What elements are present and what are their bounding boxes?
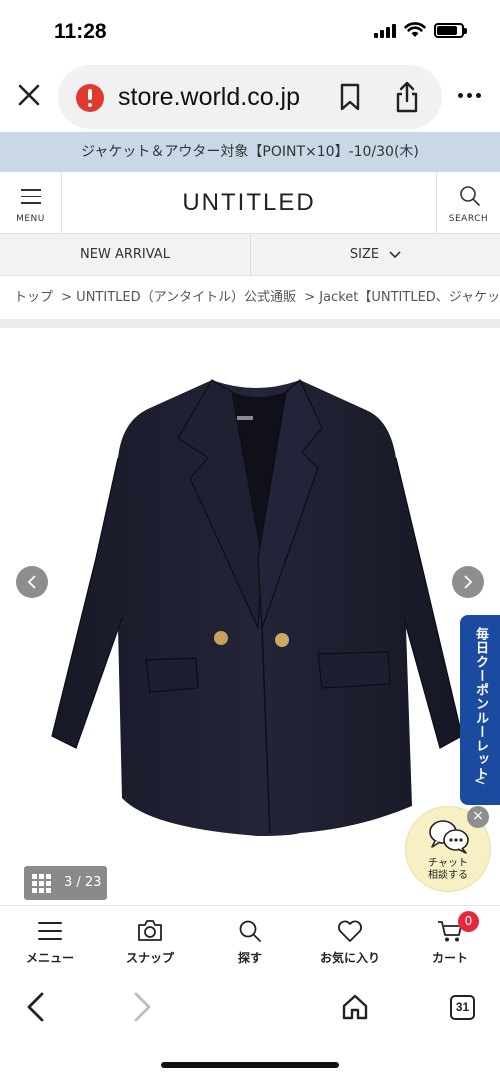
browser-url-bar: store.world.co.jp <box>0 62 500 132</box>
gallery-counter[interactable]: 3 / 23 <box>24 866 107 900</box>
app-nav-menu[interactable]: メニュー <box>0 906 100 974</box>
roulette-chevron-icon: < <box>474 773 486 789</box>
hamburger-icon <box>21 189 41 209</box>
cellular-signal-icon <box>374 22 396 38</box>
app-nav-snap[interactable]: スナップ <box>100 906 200 974</box>
bookmark-icon[interactable] <box>338 82 362 112</box>
battery-icon <box>434 22 467 38</box>
forward-arrow-icon[interactable] <box>130 991 154 1023</box>
browser-toolbar: 31 <box>0 973 500 1043</box>
grid-icon <box>32 874 51 893</box>
gallery-prev-button[interactable] <box>16 566 48 598</box>
menu-label: MENU <box>16 214 45 224</box>
app-nav-snap-label: スナップ <box>125 951 174 965</box>
status-time: 11:28 <box>54 20 107 43</box>
breadcrumb-item[interactable]: > Jacket【UNTITLED、ジャケット】 <box>304 290 500 305</box>
status-bar: 11:28 <box>0 0 500 62</box>
breadcrumb-item[interactable]: トップ <box>14 290 53 305</box>
gallery-counter-text: 3 / 23 <box>64 875 102 890</box>
nav-new-arrival[interactable]: NEW ARRIVAL <box>0 234 250 276</box>
status-icons <box>374 22 467 38</box>
coupon-roulette-tab[interactable]: 毎日クーポンルーレット < <box>460 615 500 805</box>
app-nav-favorites[interactable]: お気に入り <box>300 906 400 974</box>
chat-icon <box>429 820 469 854</box>
security-warning-icon[interactable] <box>76 84 104 112</box>
hamburger-icon <box>38 922 62 940</box>
breadcrumb-item[interactable]: > UNTITLED（アンタイトル）公式通販 <box>61 290 296 305</box>
brand-logo[interactable]: UNTITLED <box>62 172 436 234</box>
camera-icon <box>138 920 162 941</box>
section-divider <box>0 319 500 328</box>
chat-label-line1: チャット <box>428 858 468 869</box>
app-nav-cart-label: カート <box>431 951 468 965</box>
url-text[interactable]: store.world.co.jp <box>118 83 300 112</box>
address-field[interactable]: store.world.co.jp <box>58 65 442 129</box>
menu-button[interactable]: MENU <box>0 172 62 234</box>
more-options-icon[interactable] <box>458 93 481 98</box>
chevron-left-icon <box>27 575 36 589</box>
search-button[interactable]: SEARCH <box>436 172 500 234</box>
app-nav-search-label: 探す <box>237 951 262 965</box>
chevron-down-icon <box>389 250 401 258</box>
nav-new-arrival-label: NEW ARRIVAL <box>80 247 170 262</box>
search-icon <box>239 920 261 942</box>
app-bottom-nav: メニュー スナップ 探す お気に入り 0 カート <box>0 905 500 973</box>
app-nav-menu-label: メニュー <box>25 951 74 965</box>
heart-icon <box>338 920 362 942</box>
gallery-next-button[interactable] <box>452 566 484 598</box>
app-nav-cart[interactable]: 0 カート <box>400 906 500 974</box>
wifi-icon <box>404 22 426 37</box>
home-icon[interactable] <box>341 993 369 1021</box>
site-header: MENU UNTITLED SEARCH <box>0 172 500 234</box>
promo-banner[interactable]: ジャケット＆アウター対象【POINT×10】-10/30(木) <box>0 132 500 172</box>
close-icon[interactable] <box>14 80 44 110</box>
search-label: SEARCH <box>448 214 489 224</box>
nav-size-dropdown[interactable]: SIZE <box>250 234 500 276</box>
tabs-count-button[interactable]: 31 <box>450 995 475 1020</box>
chat-label-line2: 相談する <box>428 870 468 881</box>
chat-close-button[interactable]: × <box>467 806 489 828</box>
category-nav: NEW ARRIVAL SIZE <box>0 234 500 276</box>
app-nav-search[interactable]: 探す <box>200 906 300 974</box>
home-indicator <box>161 1062 339 1068</box>
product-gallery[interactable]: 3 / 23 毎日クーポンルーレット < チャット 相談する × <box>0 328 500 905</box>
chevron-right-icon <box>464 575 473 589</box>
search-icon <box>460 186 480 206</box>
app-nav-favorites-label: お気に入り <box>319 951 380 965</box>
nav-size-label: SIZE <box>349 247 380 262</box>
breadcrumb: トップ > UNTITLED（アンタイトル）公式通販 > Jacket【UNTI… <box>0 277 500 319</box>
coupon-roulette-label: 毎日クーポンルーレット <box>473 627 488 781</box>
cart-count-badge: 0 <box>458 911 479 932</box>
chat-label: チャット 相談する <box>406 858 490 882</box>
back-arrow-icon[interactable] <box>24 991 48 1023</box>
share-icon[interactable] <box>394 80 420 114</box>
